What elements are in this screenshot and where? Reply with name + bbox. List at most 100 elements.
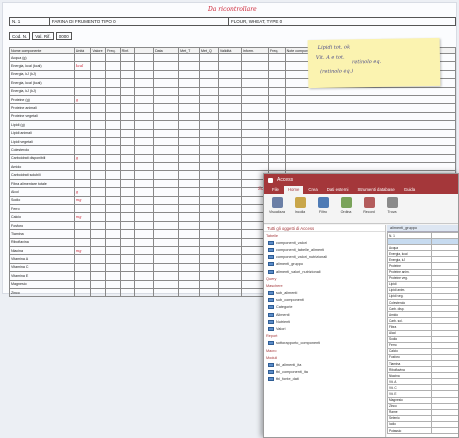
unit-note	[73, 220, 92, 231]
table-cell	[284, 86, 457, 96]
table-cell	[217, 287, 242, 298]
table-cell	[217, 136, 242, 147]
nav-item[interactable]: componenti_valori	[264, 239, 385, 246]
table-cell	[284, 120, 457, 130]
nav-item[interactable]: componenti_tabelle_alimenti	[264, 246, 385, 253]
table-cell	[153, 271, 180, 281]
nav-group-header[interactable]: Macro	[264, 347, 385, 354]
menu-crea[interactable]: Crea	[304, 186, 321, 194]
unit-note	[73, 254, 92, 264]
table-cell	[134, 220, 155, 231]
access-window[interactable]: Access File Home Crea Dati esterni Strumenti…	[263, 173, 459, 438]
table-cell	[178, 94, 201, 105]
table-cell	[217, 245, 242, 256]
nav-item[interactable]: Categorie	[264, 304, 385, 311]
table-cell	[217, 94, 242, 105]
nav-item[interactable]: sub_componenti	[264, 297, 385, 304]
table-cell	[178, 254, 201, 264]
table-cell	[178, 153, 201, 164]
menu-home[interactable]: Home	[283, 186, 304, 194]
navigation-pane[interactable]: Tutti gli oggetti di Access Tabelle compo…	[264, 225, 386, 437]
table-cell	[105, 195, 121, 206]
table-cell	[199, 237, 219, 248]
table-cell	[119, 279, 136, 289]
document-area[interactable]: alimenti_gruppo N. 1 Acqua Energia, kcal En…	[387, 225, 458, 437]
menu-file[interactable]: File	[268, 186, 283, 194]
table-cell	[105, 145, 121, 155]
table-cell	[119, 52, 136, 63]
table-cell	[267, 111, 286, 122]
table-cell	[119, 245, 136, 256]
table-row: Lipidi vegetali	[9, 136, 457, 147]
sub-a: Cod. N.	[9, 32, 31, 40]
doc-tab[interactable]: alimenti_gruppo	[387, 225, 458, 232]
ribbon-button-ordina[interactable]: Ordina	[337, 197, 355, 220]
nav-item[interactable]: alimenti_gruppo	[264, 261, 385, 268]
nav-group-header[interactable]: Query	[264, 275, 385, 282]
table-cell	[284, 153, 457, 164]
table-cell	[105, 153, 121, 164]
menu-strumenti-database[interactable]: Strumenti database	[353, 186, 398, 194]
table-cell	[119, 237, 136, 248]
table-cell	[134, 153, 155, 164]
nav-item[interactable]: sub_alimenti	[264, 290, 385, 297]
nav-item-label: componenti_tabelle_alimenti	[276, 247, 325, 252]
ribbon-button-trova[interactable]: Trova	[383, 197, 401, 220]
table-cell	[284, 128, 457, 138]
table-cell	[105, 162, 121, 172]
datasheet-cell[interactable]	[431, 426, 458, 435]
table-cell	[134, 254, 155, 264]
nav-item[interactable]: Alimenti	[264, 311, 385, 318]
menu-guida[interactable]: Guida	[400, 186, 419, 194]
table-cell	[267, 61, 286, 71]
nav-item-label: tbl_componenti_ita	[276, 370, 308, 375]
sub-b: Val. Rif.	[32, 32, 54, 40]
table-cell	[134, 170, 155, 180]
ribbon-button-visualizza[interactable]: Visualizza	[268, 197, 286, 220]
table-row: Carboidrati disponibili g	[9, 153, 457, 164]
nav-group-header[interactable]: Report	[264, 333, 385, 340]
nutrient-name: Vitamina A	[9, 254, 75, 264]
nav-item[interactable]: Valori	[264, 325, 385, 332]
ribbon-button-record[interactable]: Record	[360, 197, 378, 220]
nav-item[interactable]: tbl_componenti_ita	[264, 369, 385, 376]
nav-item[interactable]: tbl_fonte_dati	[264, 376, 385, 383]
nav-item[interactable]: sottorapporto_componenti	[264, 340, 385, 347]
nav-item[interactable]: componenti_valori_nutrizionali	[264, 254, 385, 261]
window-titlebar[interactable]: Access	[264, 174, 458, 186]
table-icon	[268, 370, 274, 375]
table-cell	[90, 128, 107, 138]
table-cell	[153, 153, 180, 164]
table-cell	[134, 145, 155, 155]
unit-note	[73, 271, 92, 281]
nav-group-header[interactable]: Tabelle	[264, 232, 385, 239]
unit-note	[73, 204, 92, 214]
ribbon-label: Incolla	[294, 210, 306, 214]
table-cell	[178, 136, 201, 147]
table-row: Proteine animali	[9, 103, 457, 113]
table-cell	[199, 262, 219, 273]
nav-item[interactable]: alimenti_valori_nutrizionali	[264, 268, 385, 275]
table-row: Colesterolo	[9, 145, 457, 155]
table-cell	[90, 245, 107, 256]
sheet-subheader: Cod. N. Val. Rif. 0000	[9, 32, 129, 40]
datasheet-row[interactable]: Potassio	[387, 426, 458, 435]
table-cell	[153, 178, 180, 189]
table-cell	[90, 61, 107, 71]
nav-group-header[interactable]: Maschere	[264, 282, 385, 289]
nav-header[interactable]: Tutti gli oggetti di Access	[264, 225, 385, 232]
nav-group-header[interactable]: Moduli	[264, 354, 385, 361]
nutrient-name: Colesterolo	[9, 145, 75, 155]
nav-item-label: Nutrienti	[276, 319, 291, 324]
menu-dati-esterni[interactable]: Dati esterni	[323, 186, 353, 194]
ribbon-button-filtro[interactable]: Filtro	[314, 197, 332, 220]
datasheet[interactable]: N. 1 Acqua Energia, kcal Energia, kJ Protein…	[387, 231, 458, 435]
table-cell	[217, 69, 242, 80]
nav-item[interactable]: tbl_alimenti_ita	[264, 361, 385, 368]
datasheet-cell[interactable]: Potassio	[387, 426, 432, 435]
table-cell	[90, 262, 107, 273]
table-cell	[153, 237, 180, 248]
ribbon-button-incolla[interactable]: Incolla	[291, 197, 309, 220]
nav-item[interactable]: Nutrienti	[264, 318, 385, 325]
table-cell	[105, 128, 121, 138]
